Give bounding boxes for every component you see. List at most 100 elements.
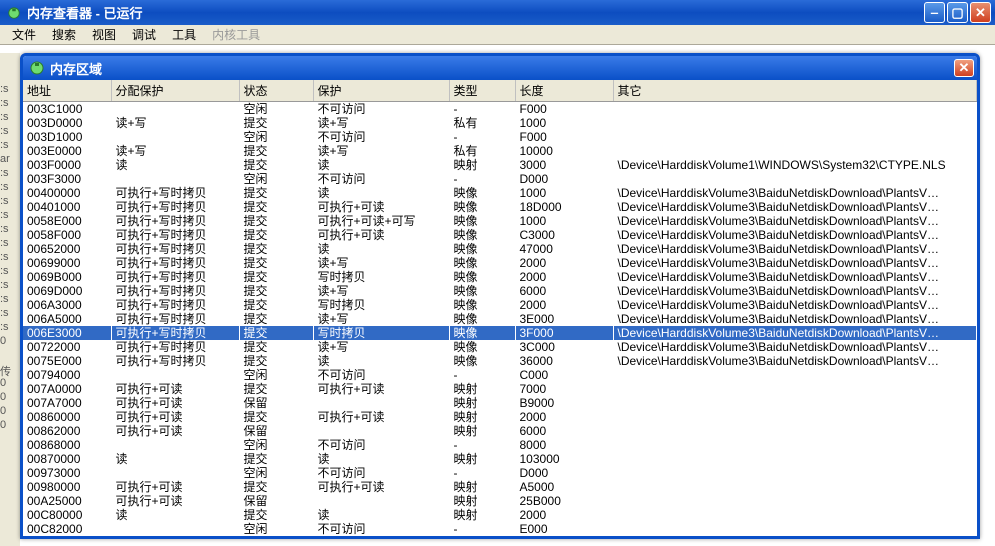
table-row[interactable]: 00652000可执行+写时拷贝提交读映像47000\Device\Harddi…: [23, 242, 977, 256]
cell-prot: 读+写: [313, 340, 449, 354]
table-row[interactable]: 003C1000空闲不可访问-F000: [23, 102, 977, 117]
memory-table-scroll[interactable]: 地址分配保护状态保护类型长度其它 003C1000空闲不可访问-F000 003D…: [23, 80, 977, 536]
col-header-2[interactable]: 状态: [239, 80, 313, 102]
cell-other: \Device\HarddiskVolume3\BaiduNetdiskDown…: [613, 312, 977, 326]
menu-item-3[interactable]: 调试: [124, 24, 164, 45]
cell-other: [613, 480, 977, 494]
cell-alloc: 可执行+写时拷贝: [111, 200, 239, 214]
table-row[interactable]: 003F3000空闲不可访问-D000: [23, 172, 977, 186]
cell-type: 映射: [449, 158, 515, 172]
cell-len: 8000: [515, 438, 613, 452]
table-row[interactable]: 006E3000可执行+写时拷贝提交写时拷贝映像3F000\Device\Har…: [23, 326, 977, 340]
table-row[interactable]: 00699000可执行+写时拷贝提交读+写映像2000\Device\Hardd…: [23, 256, 977, 270]
cell-prot: 读: [313, 158, 449, 172]
menu-item-4[interactable]: 工具: [164, 24, 204, 45]
cell-state: 空闲: [239, 368, 313, 382]
cell-other: \Device\HarddiskVolume3\BaiduNetdiskDown…: [613, 242, 977, 256]
table-row[interactable]: 003F0000读提交读映射3000\Device\HarddiskVolume…: [23, 158, 977, 172]
table-row[interactable]: 00794000空闲不可访问-C000: [23, 368, 977, 382]
cell-type: 私有: [449, 116, 515, 130]
table-row[interactable]: 00A25000可执行+可读保留映射25B000: [23, 494, 977, 508]
table-row[interactable]: 003E0000读+写提交读+写私有10000: [23, 144, 977, 158]
cell-other: [613, 116, 977, 130]
menu-item-0[interactable]: 文件: [4, 24, 44, 45]
memory-regions-dialog: 内存区域 ✕ 地址分配保护状态保护类型长度其它 003C1000空闲不可访问-F…: [20, 53, 980, 539]
table-row[interactable]: 00722000可执行+写时拷贝提交读+写映像3C000\Device\Hard…: [23, 340, 977, 354]
cell-state: 提交: [239, 480, 313, 494]
cell-addr: 0069D000: [23, 284, 111, 298]
cell-alloc: 可执行+可读: [111, 382, 239, 396]
cell-state: 空闲: [239, 466, 313, 480]
col-header-5[interactable]: 长度: [515, 80, 613, 102]
cell-alloc: 可执行+写时拷贝: [111, 354, 239, 368]
table-row[interactable]: 0058F000可执行+写时拷贝提交可执行+可读映像C3000\Device\H…: [23, 228, 977, 242]
table-row[interactable]: 007A0000可执行+可读提交可执行+可读映射7000: [23, 382, 977, 396]
cell-state: 提交: [239, 354, 313, 368]
cell-other: [613, 466, 977, 480]
table-row[interactable]: 006A5000可执行+写时拷贝提交读+写映像3E000\Device\Hard…: [23, 312, 977, 326]
maximize-button[interactable]: ▢: [947, 2, 968, 23]
cell-type: 映像: [449, 214, 515, 228]
cell-alloc: 读+写: [111, 116, 239, 130]
table-row[interactable]: 0069D000可执行+写时拷贝提交读+写映像6000\Device\Hardd…: [23, 284, 977, 298]
cell-addr: 006E3000: [23, 326, 111, 340]
table-row[interactable]: 00973000空闲不可访问-D000: [23, 466, 977, 480]
table-row[interactable]: 007A7000可执行+可读保留映射B9000: [23, 396, 977, 410]
table-row[interactable]: 0075E000可执行+写时拷贝提交读映像36000\Device\Harddi…: [23, 354, 977, 368]
cell-len: A5000: [515, 480, 613, 494]
cell-len: B9000: [515, 396, 613, 410]
col-header-1[interactable]: 分配保护: [111, 80, 239, 102]
cell-state: 空闲: [239, 102, 313, 117]
table-row[interactable]: 0069B000可执行+写时拷贝提交写时拷贝映像2000\Device\Hard…: [23, 270, 977, 284]
menu-item-1[interactable]: 搜索: [44, 24, 84, 45]
cell-other: [613, 130, 977, 144]
minimize-button[interactable]: ‒: [924, 2, 945, 23]
outer-titlebar[interactable]: 内存查看器 - 已运行 ‒ ▢ ✕: [0, 0, 995, 25]
table-row[interactable]: 00C80000读提交读映射2000: [23, 508, 977, 522]
cell-prot: [313, 396, 449, 410]
inner-titlebar[interactable]: 内存区域 ✕: [23, 56, 977, 80]
table-row[interactable]: 00400000可执行+写时拷贝提交读映像1000\Device\Harddis…: [23, 186, 977, 200]
table-row[interactable]: 00C82000空闲不可访问-E000: [23, 522, 977, 536]
table-row[interactable]: 00870000读提交读映射103000: [23, 452, 977, 466]
cell-other: \Device\HarddiskVolume1\WINDOWS\System32…: [613, 158, 977, 172]
col-header-0[interactable]: 地址: [23, 80, 111, 102]
cell-state: 空闲: [239, 522, 313, 536]
cell-state: 提交: [239, 340, 313, 354]
cell-alloc: 可执行+写时拷贝: [111, 186, 239, 200]
table-row[interactable]: 00860000可执行+可读提交可执行+可读映射2000: [23, 410, 977, 424]
inner-close-button[interactable]: ✕: [954, 59, 974, 77]
table-row[interactable]: 00401000可执行+写时拷贝提交可执行+可读映像18D000\Device\…: [23, 200, 977, 214]
cell-len: 18D000: [515, 200, 613, 214]
cell-prot: 写时拷贝: [313, 326, 449, 340]
table-row[interactable]: 00862000可执行+可读保留映射6000: [23, 424, 977, 438]
table-row[interactable]: 0058E000可执行+写时拷贝提交可执行+可读+可写映像1000\Device…: [23, 214, 977, 228]
cell-prot: 读: [313, 354, 449, 368]
close-button[interactable]: ✕: [970, 2, 991, 23]
cell-prot: 读: [313, 242, 449, 256]
col-header-3[interactable]: 保护: [313, 80, 449, 102]
cell-other: [613, 410, 977, 424]
cell-type: 映像: [449, 256, 515, 270]
cell-prot: 读: [313, 452, 449, 466]
table-row[interactable]: 003D0000读+写提交读+写私有1000: [23, 116, 977, 130]
cell-other: \Device\HarddiskVolume3\BaiduNetdiskDown…: [613, 298, 977, 312]
cell-alloc: 可执行+写时拷贝: [111, 312, 239, 326]
cell-len: 2000: [515, 298, 613, 312]
cell-type: 映像: [449, 270, 515, 284]
col-header-4[interactable]: 类型: [449, 80, 515, 102]
table-row[interactable]: 00980000可执行+可读提交可执行+可读映射A5000: [23, 480, 977, 494]
cell-len: C000: [515, 368, 613, 382]
menu-item-2[interactable]: 视图: [84, 24, 124, 45]
cell-state: 提交: [239, 298, 313, 312]
col-header-6[interactable]: 其它: [613, 80, 977, 102]
table-row[interactable]: 00868000空闲不可访问-8000: [23, 438, 977, 452]
table-row[interactable]: 006A3000可执行+写时拷贝提交写时拷贝映像2000\Device\Hard…: [23, 298, 977, 312]
table-row[interactable]: 003D1000空闲不可访问-F000: [23, 130, 977, 144]
cell-prot: 写时拷贝: [313, 298, 449, 312]
cell-state: 空闲: [239, 172, 313, 186]
cell-len: 3C000: [515, 340, 613, 354]
cell-state: 提交: [239, 410, 313, 424]
cell-state: 提交: [239, 452, 313, 466]
cell-len: E000: [515, 522, 613, 536]
